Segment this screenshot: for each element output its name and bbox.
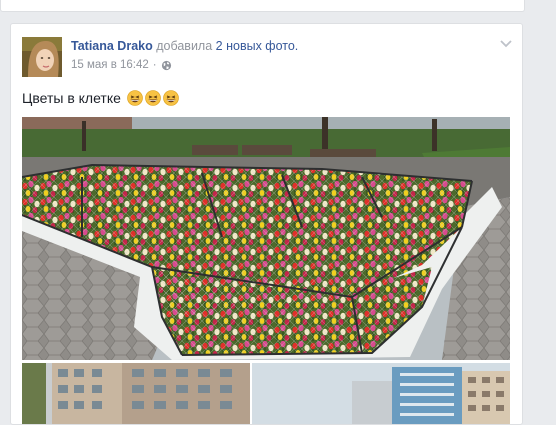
author-name-link[interactable]: Tatiana Drako <box>71 39 153 53</box>
post-photo-main[interactable] <box>22 117 510 360</box>
meta-separator: · <box>152 59 157 71</box>
feed-post: Tatiana Drako добавила 2 новых фото. 15 … <box>10 23 523 425</box>
photos-count-link[interactable]: 2 новых фото. <box>216 39 299 53</box>
post-message: Цветы в клетке <box>22 89 179 107</box>
grinning-squinting-face-emoji-2 <box>145 90 161 106</box>
chevron-down-icon[interactable] <box>499 38 513 48</box>
author-avatar[interactable] <box>22 37 62 77</box>
globe-icon[interactable] <box>161 60 172 71</box>
grinning-squinting-face-emoji-1 <box>127 90 143 106</box>
post-photo-second-left[interactable] <box>22 363 250 424</box>
action-text: добавила <box>156 39 213 53</box>
previous-post-card <box>0 0 525 12</box>
grinning-squinting-face-emoji-3 <box>163 90 179 106</box>
post-text: Цветы в клетке <box>22 90 121 106</box>
post-header-line: Tatiana Drako добавила 2 новых фото. <box>71 38 298 54</box>
post-photo-second-right[interactable] <box>252 363 510 424</box>
post-meta: 15 мая в 16:42 · <box>71 59 172 71</box>
post-timestamp[interactable]: 15 мая в 16:42 <box>71 59 149 71</box>
